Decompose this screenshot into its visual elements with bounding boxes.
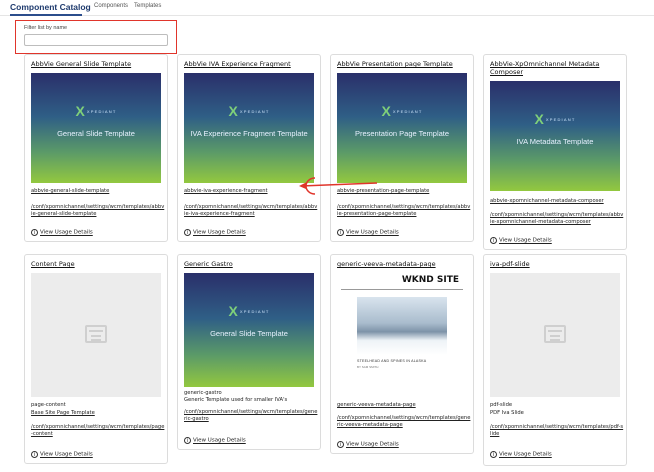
template-description: Generic Template used for smaller IVA's bbox=[184, 397, 288, 403]
card-content-page: Content Page page-content Base Site Page… bbox=[24, 254, 168, 464]
placeholder-image-icon bbox=[544, 325, 566, 343]
filter-section: Filter list by name bbox=[15, 20, 177, 54]
card-title[interactable]: iva-pdf-slide bbox=[490, 260, 624, 268]
template-description: PDF Iva Slide bbox=[490, 410, 524, 416]
xpediant-logo: X XPEDIANT bbox=[381, 103, 423, 119]
info-icon: i bbox=[184, 229, 191, 236]
placeholder-image-icon bbox=[85, 325, 107, 343]
card-abbvie-general-slide-template: AbbVie General Slide Template X XPEDIANT … bbox=[24, 54, 168, 242]
card-abbvie-presentation-page-template: AbbVie Presentation page Template X XPEDI… bbox=[330, 54, 474, 242]
filter-label: Filter list by name bbox=[24, 25, 68, 31]
info-icon: i bbox=[31, 451, 38, 458]
card-thumbnail[interactable]: X XPEDIANT General Slide Template bbox=[184, 273, 314, 387]
article-byline: BY SAM SMITH bbox=[357, 365, 379, 369]
thumbnail-caption: Presentation Page Template bbox=[354, 129, 450, 138]
template-path[interactable]: /conf/xpomnichannel/settings/wcm/templat… bbox=[184, 409, 318, 423]
card-title[interactable]: AbbVie-XpOmnichannel Metadata Composer bbox=[490, 60, 624, 76]
card-thumbnail[interactable]: WKND SITE STEELHEAD AND SPINES IN ALASKA… bbox=[337, 271, 467, 381]
top-bar: Component Catalog Components Templates bbox=[0, 0, 654, 16]
template-name[interactable]: abbvie-general-slide-template bbox=[31, 188, 165, 195]
active-tab-indicator bbox=[10, 14, 82, 16]
card-title[interactable]: Generic Gastro bbox=[184, 260, 318, 268]
snowy-mountain-image bbox=[357, 297, 447, 355]
template-path[interactable]: /conf/xpomnichannel/settings/wcm/templat… bbox=[337, 204, 471, 218]
filter-input[interactable] bbox=[24, 34, 168, 46]
template-description: Base Site Page Template bbox=[31, 410, 95, 416]
template-path[interactable]: /conf/xpomnichannel/settings/wcm/templat… bbox=[184, 204, 318, 218]
thumbnail-caption: General Slide Template bbox=[57, 129, 135, 138]
view-usage-details-button[interactable]: i View Usage Details bbox=[490, 451, 552, 458]
template-name: pdf-slide bbox=[490, 402, 513, 408]
wknd-site-logo: WKND SITE bbox=[401, 275, 459, 285]
template-path[interactable]: /conf/xpomnichannel/settings/wcm/templat… bbox=[490, 424, 624, 438]
card-abbvie-iva-experience-fragment: AbbVie IVA Experience Fragment X XPEDIANT… bbox=[177, 54, 321, 242]
info-icon: i bbox=[337, 441, 344, 448]
card-thumbnail[interactable] bbox=[490, 273, 620, 397]
divider bbox=[341, 289, 463, 290]
nav-templates[interactable]: Templates bbox=[134, 3, 161, 9]
thumbnail-caption: IVA Experience Fragment Template bbox=[190, 129, 308, 138]
view-usage-details-button[interactable]: i View Usage Details bbox=[31, 229, 93, 236]
view-usage-details-button[interactable]: i View Usage Details bbox=[184, 437, 246, 444]
nav-components[interactable]: Components bbox=[94, 3, 128, 9]
info-icon: i bbox=[490, 451, 497, 458]
card-iva-pdf-slide: iva-pdf-slide pdf-slide PDF Iva Slide /c… bbox=[483, 254, 627, 466]
card-thumbnail[interactable]: X XPEDIANT General Slide Template bbox=[31, 73, 161, 183]
view-usage-details-button[interactable]: i View Usage Details bbox=[490, 237, 552, 244]
template-name[interactable]: generic-veeva-metadata-page bbox=[337, 402, 471, 409]
article-caption: STEELHEAD AND SPINES IN ALASKA bbox=[357, 359, 427, 363]
card-title[interactable]: generic-veeva-metadata-page bbox=[337, 260, 471, 268]
info-icon: i bbox=[31, 229, 38, 236]
card-thumbnail[interactable] bbox=[31, 273, 161, 397]
app-title[interactable]: Component Catalog bbox=[10, 2, 91, 12]
info-icon: i bbox=[337, 229, 344, 236]
template-name: page-content bbox=[31, 402, 66, 408]
xpediant-logo: X XPEDIANT bbox=[534, 111, 576, 127]
annotation-arrow-icon bbox=[299, 177, 378, 195]
xpediant-logo: X XPEDIANT bbox=[75, 103, 117, 119]
card-title[interactable]: AbbVie Presentation page Template bbox=[337, 60, 471, 68]
template-path[interactable]: /conf/xpomnichannel/settings/wcm/templat… bbox=[31, 424, 165, 438]
info-icon: i bbox=[490, 237, 497, 244]
template-name: generic-gastro bbox=[184, 390, 222, 396]
view-usage-details-button[interactable]: i View Usage Details bbox=[337, 441, 399, 448]
card-thumbnail[interactable]: X XPEDIANT IVA Metadata Template bbox=[490, 81, 620, 191]
thumbnail-caption: IVA Metadata Template bbox=[516, 137, 594, 146]
template-path[interactable]: /conf/xpomnichannel/settings/wcm/templat… bbox=[31, 204, 165, 218]
xpediant-logo: X XPEDIANT bbox=[228, 103, 270, 119]
template-name[interactable]: abbvie-xpomnichannel-metadata-composer bbox=[490, 198, 624, 205]
info-icon: i bbox=[184, 437, 191, 444]
card-generic-veeva-metadata-page: generic-veeva-metadata-page WKND SITE ST… bbox=[330, 254, 474, 454]
card-title[interactable]: Content Page bbox=[31, 260, 165, 268]
card-title[interactable]: AbbVie IVA Experience Fragment bbox=[184, 60, 318, 68]
card-thumbnail[interactable]: X XPEDIANT IVA Experience Fragment Templa… bbox=[184, 73, 314, 183]
card-generic-gastro: Generic Gastro X XPEDIANT General Slide T… bbox=[177, 254, 321, 450]
xpediant-logo: X XPEDIANT bbox=[228, 303, 270, 319]
card-title[interactable]: AbbVie General Slide Template bbox=[31, 60, 165, 68]
view-usage-details-button[interactable]: i View Usage Details bbox=[337, 229, 399, 236]
view-usage-details-button[interactable]: i View Usage Details bbox=[184, 229, 246, 236]
view-usage-details-button[interactable]: i View Usage Details bbox=[31, 451, 93, 458]
card-thumbnail[interactable]: X XPEDIANT Presentation Page Template bbox=[337, 73, 467, 183]
card-abbvie-xpomnichannel-metadata-composer: AbbVie-XpOmnichannel Metadata Composer X… bbox=[483, 54, 627, 250]
thumbnail-caption: General Slide Template bbox=[210, 329, 288, 338]
template-path[interactable]: /conf/xpomnichannel/settings/wcm/templat… bbox=[490, 212, 624, 226]
template-path[interactable]: /conf/xpomnichannel/settings/wcm/templat… bbox=[337, 415, 471, 429]
